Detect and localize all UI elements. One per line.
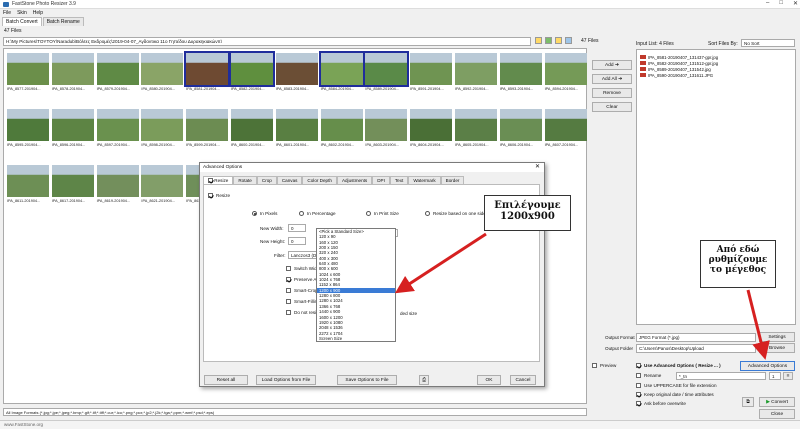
arrow-to-advanced-options [746,289,770,360]
arrow-to-1200x900 [394,232,487,294]
annotation-arrows [394,232,770,360]
